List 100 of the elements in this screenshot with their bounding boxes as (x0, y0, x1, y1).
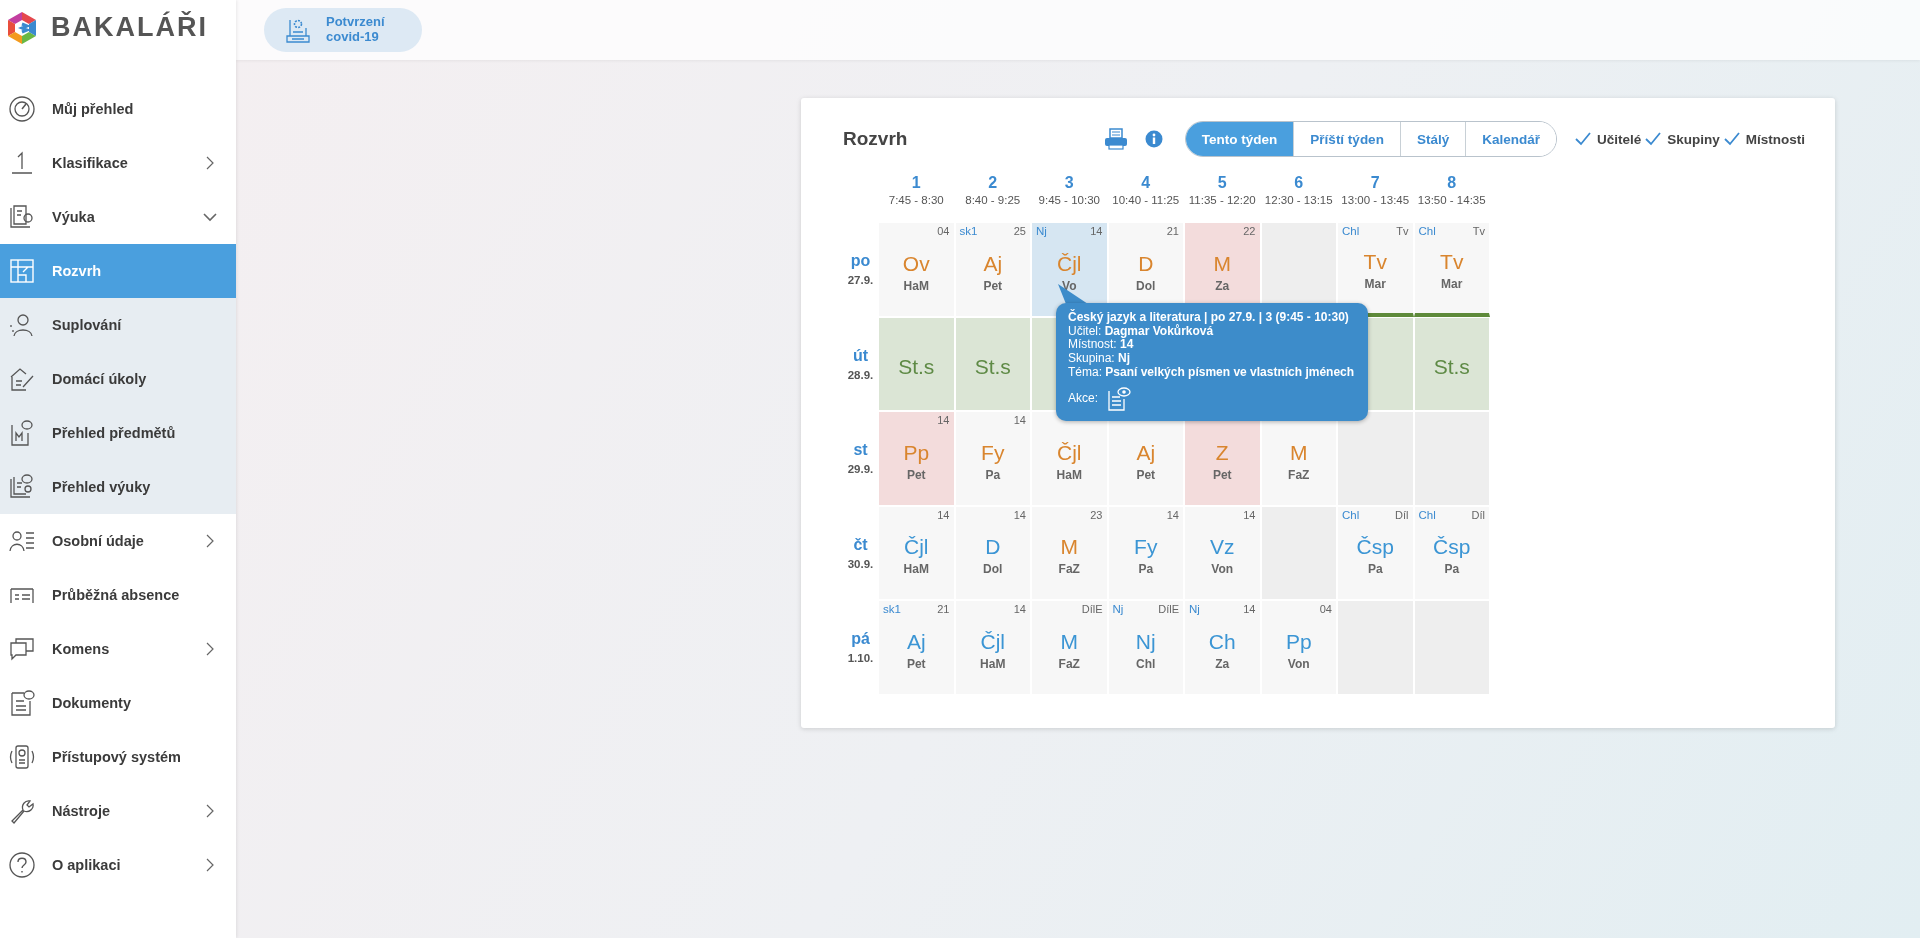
period-time: 10:40 - 11:25 (1112, 194, 1180, 206)
lesson-cell[interactable]: sk1 25 Aj Pet (954, 222, 1031, 317)
lesson-cell[interactable]: Chl Díl Čsp Pa (1337, 505, 1414, 600)
lesson-cell[interactable]: 14 Fy Pa (1107, 505, 1184, 600)
lesson-cell[interactable]: St.s (954, 316, 1031, 411)
subject-label: Aj (1136, 440, 1156, 465)
day-name: čt (853, 535, 868, 554)
lesson-cell[interactable]: DílE M FaZ (1031, 600, 1108, 695)
lesson-cell[interactable]: Nj 14 Ch Za (1184, 600, 1261, 695)
lesson-cell[interactable]: 14 Čjl HaM (878, 505, 955, 600)
timetable-title: Rozvrh (843, 128, 909, 150)
period-number: 2 (988, 174, 998, 192)
teacher-label: HaM (903, 278, 929, 293)
subject-label: St.s (898, 354, 935, 379)
room-label: 14 (937, 414, 950, 426)
check-icon[interactable] (1723, 132, 1740, 146)
day-name: út (852, 346, 869, 365)
filter-label: Místnosti (1745, 131, 1805, 147)
teacher-label: FaZ (1288, 467, 1310, 482)
lesson-cell[interactable]: St.s (878, 316, 955, 411)
subject-label: Fy (981, 440, 1005, 465)
sidebar-item[interactable]: Výuka (0, 190, 236, 244)
group-label: Nj (1112, 603, 1124, 615)
teacher-label: Vo (1062, 278, 1077, 293)
day-date: 28.9. (847, 368, 874, 381)
teacher-label: Von (1287, 656, 1310, 671)
lesson-cell[interactable]: 14 Pp Pet (878, 411, 955, 506)
room-label: Tv (1396, 225, 1409, 237)
week-tab[interactable]: Kalendář (1465, 122, 1556, 156)
sidebar-item[interactable]: Klasifikace (0, 136, 236, 190)
app-name: BAKALÁŘI (51, 12, 208, 43)
intercom-icon (8, 743, 36, 771)
teacher-label: Mar (1441, 277, 1463, 292)
sidebar-item[interactable]: Rozvrh (0, 244, 236, 298)
document-eye-icon (8, 689, 36, 717)
sidebar-item[interactable]: Komens (0, 622, 236, 676)
subject-label: M (1290, 440, 1308, 465)
lesson-cell[interactable]: 23 M FaZ (1031, 505, 1108, 600)
lesson-cell[interactable]: 14 Fy Pa (954, 411, 1031, 506)
lesson-cell[interactable]: St.s (1413, 316, 1490, 411)
sidebar-item[interactable]: Nástroje (0, 784, 236, 838)
lesson-cell[interactable]: Nj DílE Nj Chl (1107, 600, 1184, 695)
lesson-cell[interactable]: 14 D Dol (954, 505, 1031, 600)
day-date: 27.9. (847, 274, 874, 287)
sidebar-item[interactable]: Můj přehled (0, 82, 236, 136)
lesson-cell[interactable]: 14 Čjl HaM (954, 600, 1031, 695)
day-name: st (853, 441, 868, 460)
period-number: 7 (1370, 174, 1380, 192)
teacher-label: Dol (983, 562, 1003, 577)
teacher-label: Von (1211, 562, 1234, 577)
day-date: 1.10. (847, 652, 874, 665)
check-icon[interactable] (1574, 132, 1591, 146)
document-eye-icon[interactable] (1106, 385, 1132, 412)
sidebar-item[interactable]: Průběžná absence (0, 568, 236, 622)
lesson-cell[interactable]: 04 Pp Von (1260, 600, 1337, 695)
sidebar-item[interactable]: Osobní údaje (0, 514, 236, 568)
subject-label: Tv (1440, 250, 1464, 275)
sidebar-item[interactable]: Přehled předmětů (0, 406, 236, 460)
subject-label: D (985, 535, 1001, 560)
teacher-label: Dol (1136, 278, 1156, 293)
print-icon[interactable] (1102, 128, 1129, 150)
lesson-cell[interactable]: Chl Tv Tv Mar (1413, 222, 1490, 317)
lesson-cell[interactable]: 04 Ov HaM (878, 222, 955, 317)
lesson-cell[interactable] (1337, 411, 1414, 506)
subject-label: Čsp (1356, 535, 1394, 560)
day-name: pá (851, 630, 870, 649)
subject-label: Tv (1363, 250, 1387, 275)
tooltip-detail: Téma: Psaní velkých písmen ve vlastních jménech (1068, 365, 1356, 380)
period-number: 1 (911, 174, 921, 192)
sidebar-item[interactable]: Přehled výuky (0, 460, 236, 514)
sidebar-item[interactable]: Dokumenty (0, 676, 236, 730)
week-tab[interactable]: Tento týden (1185, 122, 1294, 156)
room-label: 04 (937, 225, 950, 237)
sidebar-item[interactable]: Přístupový systém (0, 730, 236, 784)
period-number: 4 (1141, 174, 1151, 192)
room-label: 14 (1166, 508, 1179, 521)
lesson-cell[interactable]: 14 Vz Von (1184, 505, 1261, 600)
room-label: 14 (1013, 508, 1026, 521)
teacher-label: HaM (903, 562, 929, 577)
lesson-cell[interactable]: Čjl HaM (1031, 411, 1108, 506)
sidebar-item[interactable]: O aplikaci (0, 838, 236, 892)
sidebar-item[interactable]: Suplování (0, 298, 236, 352)
teacher-label: Za (1215, 656, 1230, 671)
help-icon (8, 851, 36, 879)
covid-confirmation-button[interactable]: Potvrzení covid-19 (264, 8, 422, 52)
period-time: 9:45 - 10:30 (1038, 194, 1100, 206)
group-label: sk1 (959, 225, 978, 237)
info-icon[interactable] (1144, 130, 1163, 148)
room-label: Díl (1471, 508, 1485, 521)
lesson-cell[interactable]: Chl Díl Čsp Pa (1413, 505, 1490, 600)
lesson-cell[interactable] (1260, 505, 1337, 600)
sidebar-item[interactable]: Domácí úkoly (0, 352, 236, 406)
book-search-icon (8, 203, 36, 231)
lesson-cell[interactable] (1413, 411, 1490, 506)
subject-label: Ov (902, 251, 930, 276)
group-label: Chl (1342, 508, 1360, 521)
check-icon[interactable] (1645, 132, 1662, 146)
room-label: Tv (1472, 225, 1485, 237)
teacher-label: Pa (1138, 562, 1154, 577)
lesson-cell[interactable]: sk1 21 Aj Pet (878, 600, 955, 695)
